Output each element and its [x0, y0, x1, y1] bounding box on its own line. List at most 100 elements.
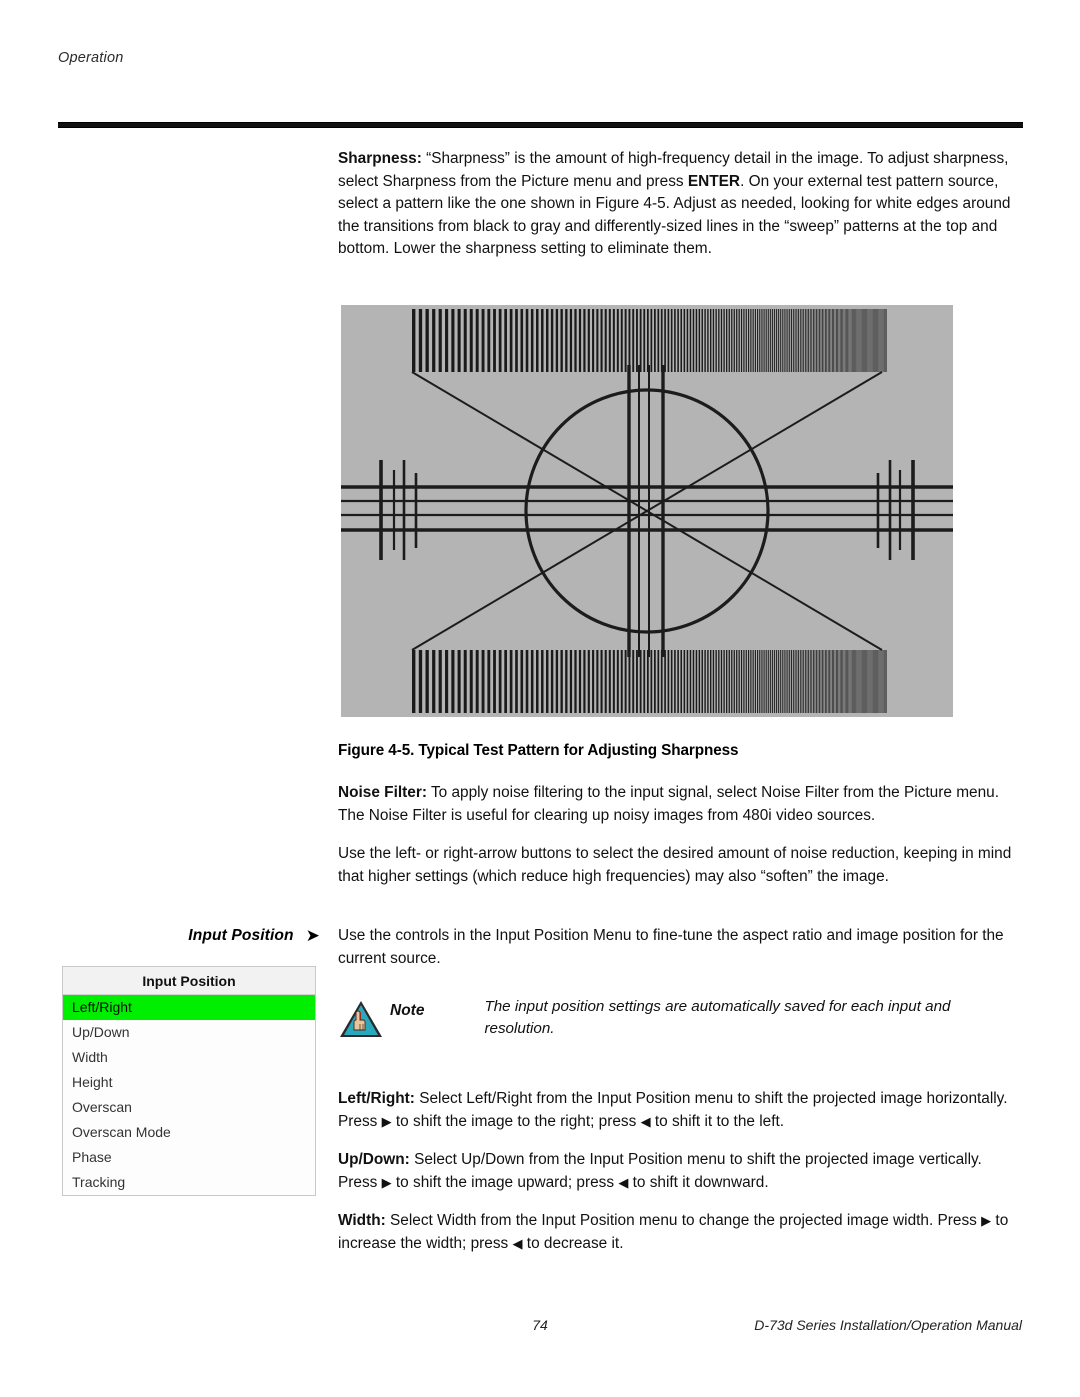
sweep-bar — [761, 650, 763, 713]
up-down-text-b: to shift the image upward; press — [391, 1173, 619, 1191]
sweep-bar — [438, 309, 442, 372]
osd-menu-item[interactable]: Overscan Mode — [63, 1120, 315, 1145]
sweep-bar — [877, 650, 878, 713]
sweep-bar — [650, 309, 653, 372]
sweep-bar — [875, 650, 876, 713]
sweep-bar — [879, 650, 881, 713]
sweep-bar — [698, 650, 701, 713]
sweep-bar — [855, 650, 856, 713]
sweep-bar — [839, 650, 841, 713]
sweep-bar — [707, 650, 709, 713]
sweep-bar — [848, 309, 850, 372]
sweep-bar — [779, 309, 781, 372]
sweep-bar — [765, 309, 767, 372]
sweep-bar — [487, 309, 491, 372]
sweep-bar — [804, 309, 806, 372]
sweep-bar — [520, 309, 524, 372]
osd-menu-item[interactable]: Phase — [63, 1145, 315, 1170]
sweep-bar — [767, 650, 769, 713]
sweep-bar — [830, 309, 832, 372]
sweep-bar — [616, 309, 619, 372]
sweep-bar — [515, 309, 518, 372]
sweep-bar — [736, 309, 738, 372]
left-right-text-c: to shift it to the left. — [650, 1112, 785, 1130]
sweep-bar — [481, 309, 485, 372]
osd-menu-item[interactable]: Height — [63, 1070, 315, 1095]
sweep-bar — [718, 650, 720, 713]
sweep-bar — [885, 309, 886, 372]
sweep-bar — [858, 309, 860, 372]
sweep-bar — [864, 309, 865, 372]
sweep-bar — [886, 650, 887, 713]
figure-caption: Figure 4-5. Typical Test Pattern for Adj… — [338, 742, 739, 759]
sweep-bar — [846, 650, 847, 713]
sweep-bar — [781, 309, 783, 372]
sweep-bar — [849, 650, 851, 713]
sweep-bar — [445, 309, 449, 372]
sweep-bar — [875, 309, 876, 372]
sweep-bar — [670, 650, 673, 713]
input-position-intro-section: Use the controls in the Input Position M… — [338, 925, 1024, 986]
sweep-bar — [639, 650, 642, 713]
sweep-bar — [771, 650, 773, 713]
sweep-bar — [686, 309, 689, 372]
sweep-bar — [712, 650, 715, 713]
sweep-bar — [829, 309, 830, 372]
sweep-bar — [689, 650, 692, 713]
osd-menu-item[interactable]: Up/Down — [63, 1020, 315, 1045]
sweep-bar — [738, 309, 740, 372]
sweep-bar — [748, 650, 750, 713]
sweep-bar — [740, 650, 743, 713]
up-down-paragraph: Up/Down: Select Up/Down from the Input P… — [338, 1149, 1024, 1194]
sweep-bar — [873, 309, 874, 372]
sweep-bar — [847, 650, 848, 713]
figure-caption-section: Figure 4-5. Typical Test Pattern for Adj… — [338, 742, 1024, 904]
sweep-bar — [843, 309, 845, 372]
sweep-bar — [830, 650, 832, 713]
sweep-bar — [743, 650, 745, 713]
osd-input-position-menu[interactable]: Input Position Left/Right Up/Down Width Hei… — [62, 966, 316, 1196]
sweep-bar — [536, 650, 539, 713]
sweep-bar — [849, 309, 851, 372]
sweep-bar — [878, 650, 880, 713]
sweep-bar — [843, 650, 845, 713]
sweep-bar — [865, 650, 866, 713]
sweep-bar — [884, 309, 885, 372]
sweep-bar — [777, 650, 779, 713]
sweep-bar — [781, 650, 783, 713]
sweep-bar — [809, 309, 811, 372]
sweep-bar — [811, 309, 813, 372]
sweep-bar — [785, 309, 787, 372]
sweep-bar — [750, 309, 752, 372]
sweep-bar — [866, 650, 867, 713]
sweep-bar — [660, 309, 663, 372]
sweep-bar — [620, 650, 623, 713]
sweep-bar — [620, 309, 623, 372]
sweep-bar — [632, 309, 635, 372]
arrow-left-glyph: ◀ — [512, 1235, 523, 1251]
osd-menu-item[interactable]: Tracking — [63, 1170, 315, 1195]
sweep-bar — [674, 650, 676, 713]
sweep-bar — [779, 650, 781, 713]
sweep-bar — [868, 309, 870, 372]
sweep-bar — [715, 309, 717, 372]
sweep-bar — [493, 650, 496, 713]
osd-menu-item[interactable]: Overscan — [63, 1095, 315, 1120]
sweep-bar — [864, 650, 865, 713]
width-text-c: to decrease it. — [522, 1234, 624, 1252]
sweep-bar — [608, 650, 611, 713]
osd-menu-item[interactable]: Width — [63, 1045, 315, 1070]
arrow-right-glyph: ▶ — [381, 1113, 392, 1129]
sweep-bar — [738, 650, 740, 713]
sweep-bar — [636, 309, 638, 372]
sweep-bar — [493, 309, 496, 372]
sweep-bar — [555, 650, 559, 713]
sweep-bar — [425, 309, 429, 372]
sweep-bar — [692, 309, 695, 372]
sweep-bar — [745, 650, 747, 713]
sweep-bar — [487, 650, 491, 713]
sweep-bar — [438, 650, 442, 713]
sweep-bar — [740, 309, 743, 372]
arrow-right-glyph: ▶ — [981, 1213, 992, 1229]
osd-menu-item[interactable]: Left/Right — [63, 995, 315, 1020]
